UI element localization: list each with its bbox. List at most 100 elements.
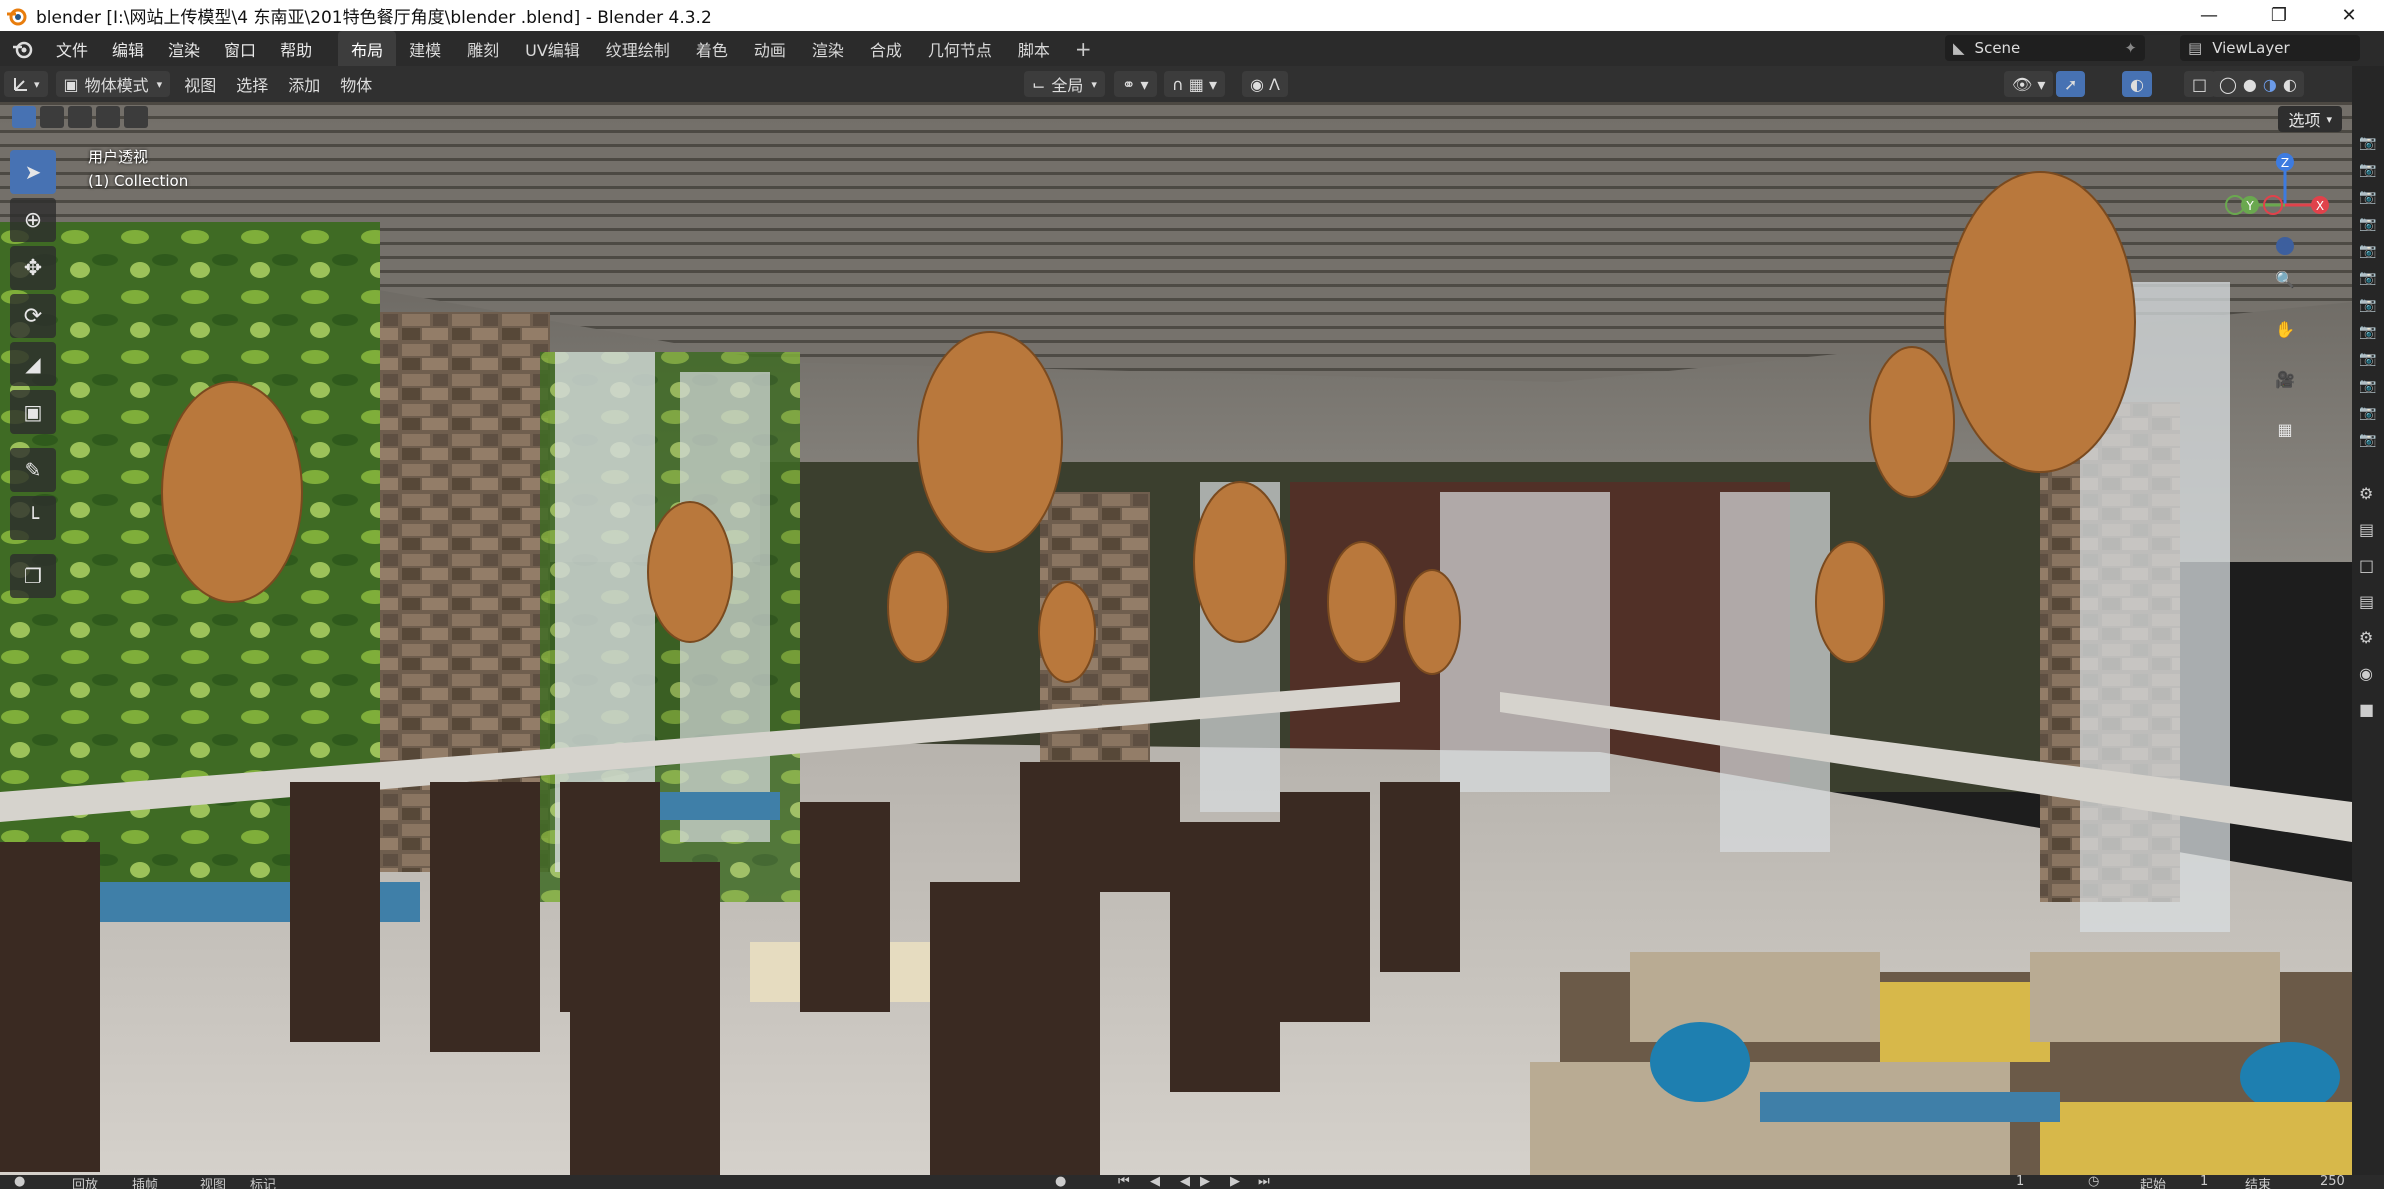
pin-icon[interactable]: ✦: [2124, 39, 2137, 57]
tab-rendering[interactable]: 渲染: [799, 31, 857, 67]
menu-playback[interactable]: 回放: [72, 1175, 98, 1189]
select-invert-icon[interactable]: [96, 106, 120, 128]
measure-tool[interactable]: └: [10, 496, 56, 540]
next-keyframe-icon[interactable]: ▶: [1230, 1175, 1240, 1189]
menu-window[interactable]: 窗口: [212, 37, 268, 61]
camera-visibility-icons[interactable]: 📷 📷 📷 📷 📷 📷 📷 📷 📷 📷 📷 📷: [2359, 130, 2376, 454]
pan-hand-icon[interactable]: ✋: [2268, 312, 2302, 346]
ruler-icon: └: [26, 506, 40, 530]
navigation-gizmo[interactable]: Z Y X: [2225, 142, 2345, 272]
prev-keyframe-icon[interactable]: ◀: [1150, 1175, 1160, 1189]
play-icon[interactable]: ▶: [1200, 1175, 1210, 1189]
overlay-button[interactable]: ◐: [2122, 71, 2152, 97]
end-frame-label: 结束: [2245, 1178, 2272, 1189]
zoom-icon[interactable]: 🔍: [2268, 262, 2302, 296]
orientation-label: 全局: [1051, 76, 1084, 95]
transform-orientation-selector[interactable]: ⌙ 全局 ▾: [1024, 71, 1105, 97]
gizmo-icon: ➚: [2064, 74, 2078, 94]
tab-scripting[interactable]: 脚本: [1005, 31, 1063, 67]
menu-view[interactable]: 视图: [174, 72, 226, 96]
wireframe-shading-icon[interactable]: ◯: [2219, 75, 2237, 94]
menu-marker[interactable]: 标记: [250, 1175, 276, 1189]
select-extend-icon[interactable]: [40, 106, 64, 128]
magnet-icon: ∩ ▦ ▾: [1172, 74, 1218, 94]
menu-edit[interactable]: 编辑: [100, 37, 156, 61]
cursor-tool[interactable]: ⊕: [10, 198, 56, 242]
object-mode-icon: ▣: [63, 74, 79, 94]
select-subtract-icon[interactable]: [68, 106, 92, 128]
select-box-tool[interactable]: ➤: [10, 150, 56, 194]
blender-logo-icon: [7, 8, 27, 25]
restore-button[interactable]: ❐: [2244, 0, 2314, 31]
menu-add[interactable]: 添加: [278, 72, 330, 96]
cursor-arrow-icon: ➤: [24, 160, 42, 184]
add-workspace-icon[interactable]: +: [1063, 37, 1104, 61]
tab-shading[interactable]: 着色: [683, 31, 741, 67]
tab-modeling[interactable]: 建模: [396, 31, 454, 67]
play-reverse-icon[interactable]: ◀: [1180, 1175, 1190, 1189]
menu-render[interactable]: 渲染: [156, 37, 212, 61]
view-name-label: 用户透视: [88, 148, 149, 166]
scale-icon: ◢: [25, 352, 41, 376]
rendered-shading-icon[interactable]: ◐: [2283, 75, 2297, 94]
select-intersect-icon[interactable]: [124, 106, 148, 128]
menu-help[interactable]: 帮助: [268, 37, 324, 61]
tool-shelf: ➤ ⊕ ✥ ⟳ ◢ ▣ ✎ └ ❐: [10, 150, 56, 602]
overlay-icon: ◐: [2130, 74, 2144, 94]
scene-selector[interactable]: ◣ Scene ✦: [1945, 35, 2145, 61]
visibility-button[interactable]: 👁 ▾: [2004, 71, 2054, 97]
view-layer-name: ViewLayer: [2212, 39, 2290, 57]
transform-tool[interactable]: ▣: [10, 390, 56, 434]
camera-view-icon[interactable]: 🎥: [2268, 362, 2302, 396]
tab-animation[interactable]: 动画: [741, 31, 799, 67]
move-tool[interactable]: ✥: [10, 246, 56, 290]
scale-tool[interactable]: ◢: [10, 342, 56, 386]
current-frame-field[interactable]: 1: [2016, 1175, 2024, 1189]
menu-keying[interactable]: 插帧: [132, 1175, 158, 1189]
editor-type-button[interactable]: ▾: [4, 71, 48, 97]
proportional-edit-button[interactable]: ◉ Λ: [1242, 71, 1288, 97]
blender-menu-icon[interactable]: [12, 38, 34, 60]
xray-button[interactable]: □: [2184, 71, 2216, 97]
close-button[interactable]: ✕: [2314, 0, 2384, 31]
menu-file[interactable]: 文件: [44, 37, 100, 61]
perspective-grid-icon[interactable]: ▦: [2268, 412, 2302, 446]
options-button[interactable]: 选项 ▾: [2278, 106, 2342, 132]
navigation-controls: 🔍 ✋ 🎥 ▦: [2268, 262, 2308, 462]
menu-select[interactable]: 选择: [226, 72, 278, 96]
tab-texture-paint[interactable]: 纹理绘制: [593, 31, 683, 67]
tab-compositing[interactable]: 合成: [857, 31, 915, 67]
rotate-tool[interactable]: ⟳: [10, 294, 56, 338]
snap-button[interactable]: ∩ ▦ ▾: [1164, 71, 1226, 97]
tab-uv-editing[interactable]: UV编辑: [512, 31, 593, 67]
tab-sculpting[interactable]: 雕刻: [454, 31, 512, 67]
chevron-down-icon: ▾: [156, 77, 163, 91]
material-shading-icon[interactable]: ◑: [2263, 75, 2277, 94]
start-frame-field[interactable]: 1: [2200, 1175, 2208, 1189]
jump-end-icon[interactable]: ⏭: [1258, 1175, 1270, 1189]
view-layer-selector[interactable]: ▤ ViewLayer: [2180, 35, 2360, 61]
solid-shading-icon[interactable]: ●: [2243, 75, 2257, 94]
3d-viewport[interactable]: 用户透视 (1) Collection 选项 ▾ Z Y X 🔍 ✋ 🎥 ▦: [0, 102, 2352, 1175]
playback-icon[interactable]: ●: [14, 1175, 25, 1189]
tab-layout[interactable]: 布局: [338, 30, 397, 67]
mode-selector[interactable]: ▣ 物体模式 ▾: [55, 71, 171, 97]
viewport-header: ▾ ▣ 物体模式 ▾ 视图 选择 添加 物体 ⌙ 全局 ▾ ⚭ ▾ ∩ ▦ ▾ …: [0, 66, 2352, 102]
gizmo-button[interactable]: ➚: [2056, 71, 2086, 97]
menu-object[interactable]: 物体: [330, 72, 382, 96]
end-frame-field[interactable]: 250: [2320, 1175, 2345, 1189]
tab-geometry-nodes[interactable]: 几何节点: [915, 31, 1005, 67]
add-cube-tool[interactable]: ❐: [10, 554, 56, 598]
properties-tab-icons[interactable]: ⚙ ▤ □ ▤ ⚙ ◉ ■: [2359, 476, 2374, 728]
jump-start-icon[interactable]: ⏮: [1118, 1175, 1130, 1189]
select-new-icon[interactable]: [12, 106, 36, 128]
scene-name: Scene: [1974, 39, 2021, 57]
window-title: blender [I:\网站上传模型\4 东南亚\201特色餐厅角度\blend…: [36, 8, 712, 28]
pivot-icon: ⚭ ▾: [1122, 74, 1149, 94]
menu-view[interactable]: 视图: [200, 1175, 226, 1189]
collection-label: (1) Collection: [88, 172, 189, 190]
annotate-tool[interactable]: ✎: [10, 448, 56, 492]
minimize-button[interactable]: —: [2174, 0, 2244, 31]
pivot-point-button[interactable]: ⚭ ▾: [1114, 71, 1157, 97]
record-icon[interactable]: ●: [1055, 1175, 1066, 1189]
